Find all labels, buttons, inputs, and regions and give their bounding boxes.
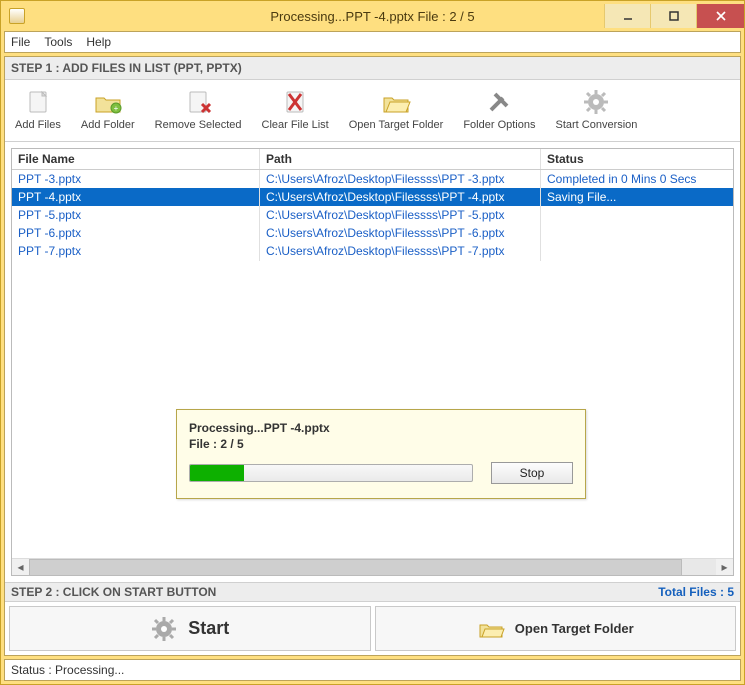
table-row[interactable]: PPT -4.pptxC:\Users\Afroz\Desktop\Filess… [12, 188, 733, 206]
scroll-track[interactable] [29, 559, 716, 576]
step1-header: STEP 1 : ADD FILES IN LIST (PPT, PPTX) [5, 57, 740, 80]
horizontal-scrollbar[interactable]: ◂ ▸ [12, 558, 733, 575]
cell-name: PPT -5.pptx [12, 205, 260, 225]
scroll-thumb[interactable] [29, 559, 682, 576]
cell-status [541, 230, 733, 236]
close-icon [716, 11, 726, 21]
cell-name: PPT -4.pptx [12, 187, 260, 207]
file-add-icon [22, 88, 54, 116]
table-header: File Name Path Status [12, 149, 733, 170]
file-table: File Name Path Status PPT -3.pptxC:\User… [11, 148, 734, 576]
start-conversion-button[interactable]: Start Conversion [545, 84, 647, 137]
gear-icon [580, 88, 612, 116]
minimize-button[interactable] [604, 4, 650, 28]
cell-name: PPT -6.pptx [12, 223, 260, 243]
open-target-folder-button[interactable]: Open Target Folder [339, 84, 454, 137]
table-row[interactable]: PPT -3.pptxC:\Users\Afroz\Desktop\Filess… [12, 170, 733, 188]
scroll-left-button[interactable]: ◂ [12, 559, 29, 576]
cell-path: C:\Users\Afroz\Desktop\Filessss\PPT -4.p… [260, 187, 541, 207]
progress-fill [190, 465, 244, 481]
col-header-status[interactable]: Status [541, 149, 733, 169]
folder-add-icon: + [92, 88, 124, 116]
file-remove-icon [182, 88, 214, 116]
cell-status [541, 248, 733, 254]
cell-path: C:\Users\Afroz\Desktop\Filessss\PPT -6.p… [260, 223, 541, 243]
total-files-label: Total Files : 5 [658, 585, 734, 599]
clear-list-button[interactable]: Clear File List [252, 84, 339, 137]
cell-path: C:\Users\Afroz\Desktop\Filessss\PPT -7.p… [260, 241, 541, 261]
maximize-icon [669, 11, 679, 21]
statusbar: Status : Processing... [4, 659, 741, 681]
toolbar: Add Files + Add Folder Remove Selected C… [5, 80, 740, 142]
titlebar: Processing...PPT -4.pptx File : 2 / 5 [1, 1, 744, 31]
table-row[interactable]: PPT -5.pptxC:\Users\Afroz\Desktop\Filess… [12, 206, 733, 224]
col-header-name[interactable]: File Name [12, 149, 260, 169]
step2-header: STEP 2 : CLICK ON START BUTTON [11, 585, 658, 599]
tools-icon [483, 88, 515, 116]
cell-name: PPT -7.pptx [12, 241, 260, 261]
svg-text:+: + [113, 104, 118, 113]
table-row[interactable]: PPT -6.pptxC:\Users\Afroz\Desktop\Filess… [12, 224, 733, 242]
close-button[interactable] [696, 4, 744, 28]
content-panel: STEP 1 : ADD FILES IN LIST (PPT, PPTX) A… [4, 56, 741, 656]
gear-icon [150, 615, 178, 643]
folder-open-icon [477, 617, 505, 641]
window-controls [604, 4, 744, 28]
folder-options-button[interactable]: Folder Options [453, 84, 545, 137]
step2-bar: STEP 2 : CLICK ON START BUTTON Total Fil… [5, 582, 740, 601]
folder-open-icon [380, 88, 412, 116]
menu-file[interactable]: File [11, 35, 30, 49]
scroll-right-button[interactable]: ▸ [716, 559, 733, 576]
cell-status: Saving File... [541, 187, 733, 207]
menu-tools[interactable]: Tools [44, 35, 72, 49]
table-row[interactable]: PPT -7.pptxC:\Users\Afroz\Desktop\Filess… [12, 242, 733, 260]
col-header-path[interactable]: Path [260, 149, 541, 169]
cell-status [541, 212, 733, 218]
progress-dialog: Processing...PPT -4.pptx File : 2 / 5 St… [176, 409, 586, 499]
cell-path: C:\Users\Afroz\Desktop\Filessss\PPT -5.p… [260, 205, 541, 225]
start-button[interactable]: Start [9, 606, 371, 651]
remove-selected-button[interactable]: Remove Selected [145, 84, 252, 137]
app-window: Processing...PPT -4.pptx File : 2 / 5 Fi… [0, 0, 745, 685]
progress-bar [189, 464, 473, 482]
minimize-icon [623, 11, 633, 21]
add-files-button[interactable]: Add Files [5, 84, 71, 137]
open-target-big-button[interactable]: Open Target Folder [375, 606, 737, 651]
file-clear-icon [279, 88, 311, 116]
menubar: File Tools Help [4, 31, 741, 53]
add-folder-button[interactable]: + Add Folder [71, 84, 145, 137]
big-button-row: Start Open Target Folder [5, 601, 740, 655]
table-body: PPT -3.pptxC:\Users\Afroz\Desktop\Filess… [12, 170, 733, 558]
app-icon [9, 8, 25, 24]
menu-help[interactable]: Help [86, 35, 111, 49]
maximize-button[interactable] [650, 4, 696, 28]
progress-text: Processing...PPT -4.pptx File : 2 / 5 [189, 420, 573, 452]
stop-button[interactable]: Stop [491, 462, 573, 484]
